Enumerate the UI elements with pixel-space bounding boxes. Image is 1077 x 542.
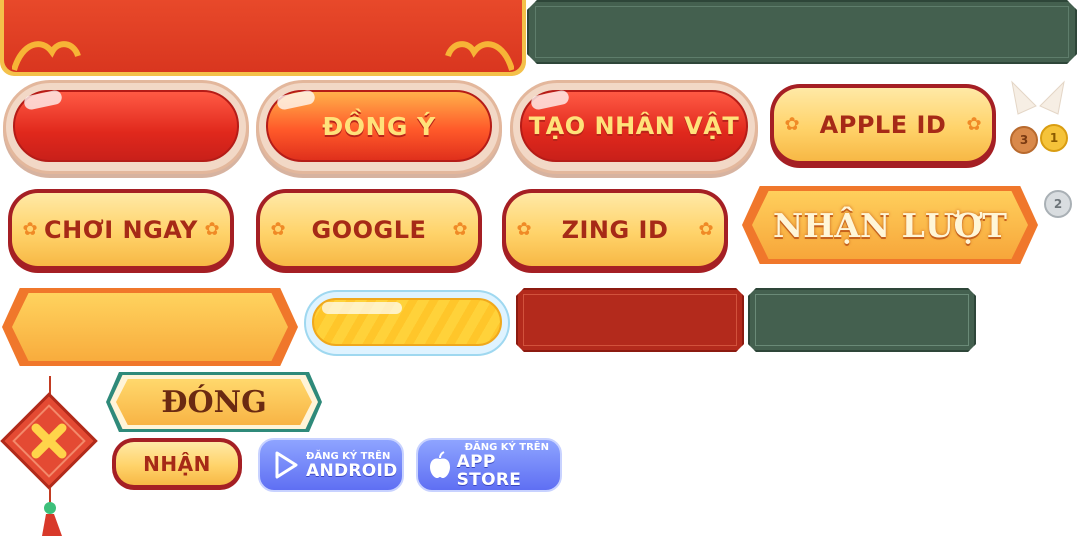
tao-nhan-vat-label: TẠO NHÂN VẬT [528,112,740,140]
nhan-label: NHẬN [143,451,211,476]
red-banner-frame [0,0,526,76]
orange-hex-plate-blank[interactable] [2,288,298,366]
close-x-icon[interactable] [0,376,102,540]
nhan-luot-button[interactable]: NHẬN LƯỢT [742,186,1038,264]
dong-label: ĐÓNG [161,384,267,420]
star-icon: ✿ [516,218,532,240]
appstore-small-label: ĐĂNG KÝ TRÊN [464,441,549,453]
apple-icon [430,451,450,478]
android-register-button[interactable]: ĐĂNG KÝ TRÊN ANDROID [258,438,404,492]
appstore-big-label: APP STORE [456,451,522,490]
dong-y-label: ĐỒNG Ý [322,111,436,141]
yellow-glossy-pill-blank[interactable] [304,290,510,356]
white-ribbon-icon [1011,80,1065,115]
star-icon: ✿ [204,218,220,240]
apple-id-label: APPLE ID [819,110,947,139]
star-icon: ✿ [698,218,714,240]
star-icon: ✿ [784,113,800,135]
dong-button[interactable]: ĐÓNG [106,372,322,432]
nhan-button[interactable]: NHẬN [112,438,242,490]
android-small-label: ĐĂNG KÝ TRÊN [306,450,391,462]
android-big-label: ANDROID [306,460,398,481]
cloud-ornament-right [445,41,514,71]
dong-y-button[interactable]: ĐỒNG Ý [256,80,502,174]
gold-medal-icon: 1 [1040,124,1068,152]
star-icon: ✿ [270,218,286,240]
silver-medal-icon: 2 [1044,190,1072,218]
green-banner-frame [527,0,1077,64]
star-icon: ✿ [966,113,982,135]
green-plate-blank [748,288,976,352]
nhan-luot-label: NHẬN LƯỢT [773,205,1007,245]
zing-id-label: ZING ID [561,215,669,244]
apple-id-button[interactable]: ✿ APPLE ID ✿ [770,84,996,168]
zing-id-button[interactable]: ✿ ZING ID ✿ [502,189,728,273]
cloud-ornament-left [12,41,81,71]
choi-ngay-label: CHƠI NGAY [44,215,198,244]
tao-nhan-vat-button[interactable]: TẠO NHÂN VẬT [510,80,758,174]
play-store-icon [275,451,298,479]
choi-ngay-button[interactable]: ✿ CHƠI NGAY ✿ [8,189,234,273]
google-label: GOOGLE [311,215,427,244]
red-pill-button-blank[interactable] [3,80,249,174]
star-icon: ✿ [22,218,38,240]
google-button[interactable]: ✿ GOOGLE ✿ [256,189,482,273]
red-plate-blank [516,288,744,352]
bronze-medal-icon: 3 [1010,126,1038,154]
star-icon: ✿ [452,218,468,240]
appstore-register-button[interactable]: ĐĂNG KÝ TRÊN APP STORE [416,438,562,492]
